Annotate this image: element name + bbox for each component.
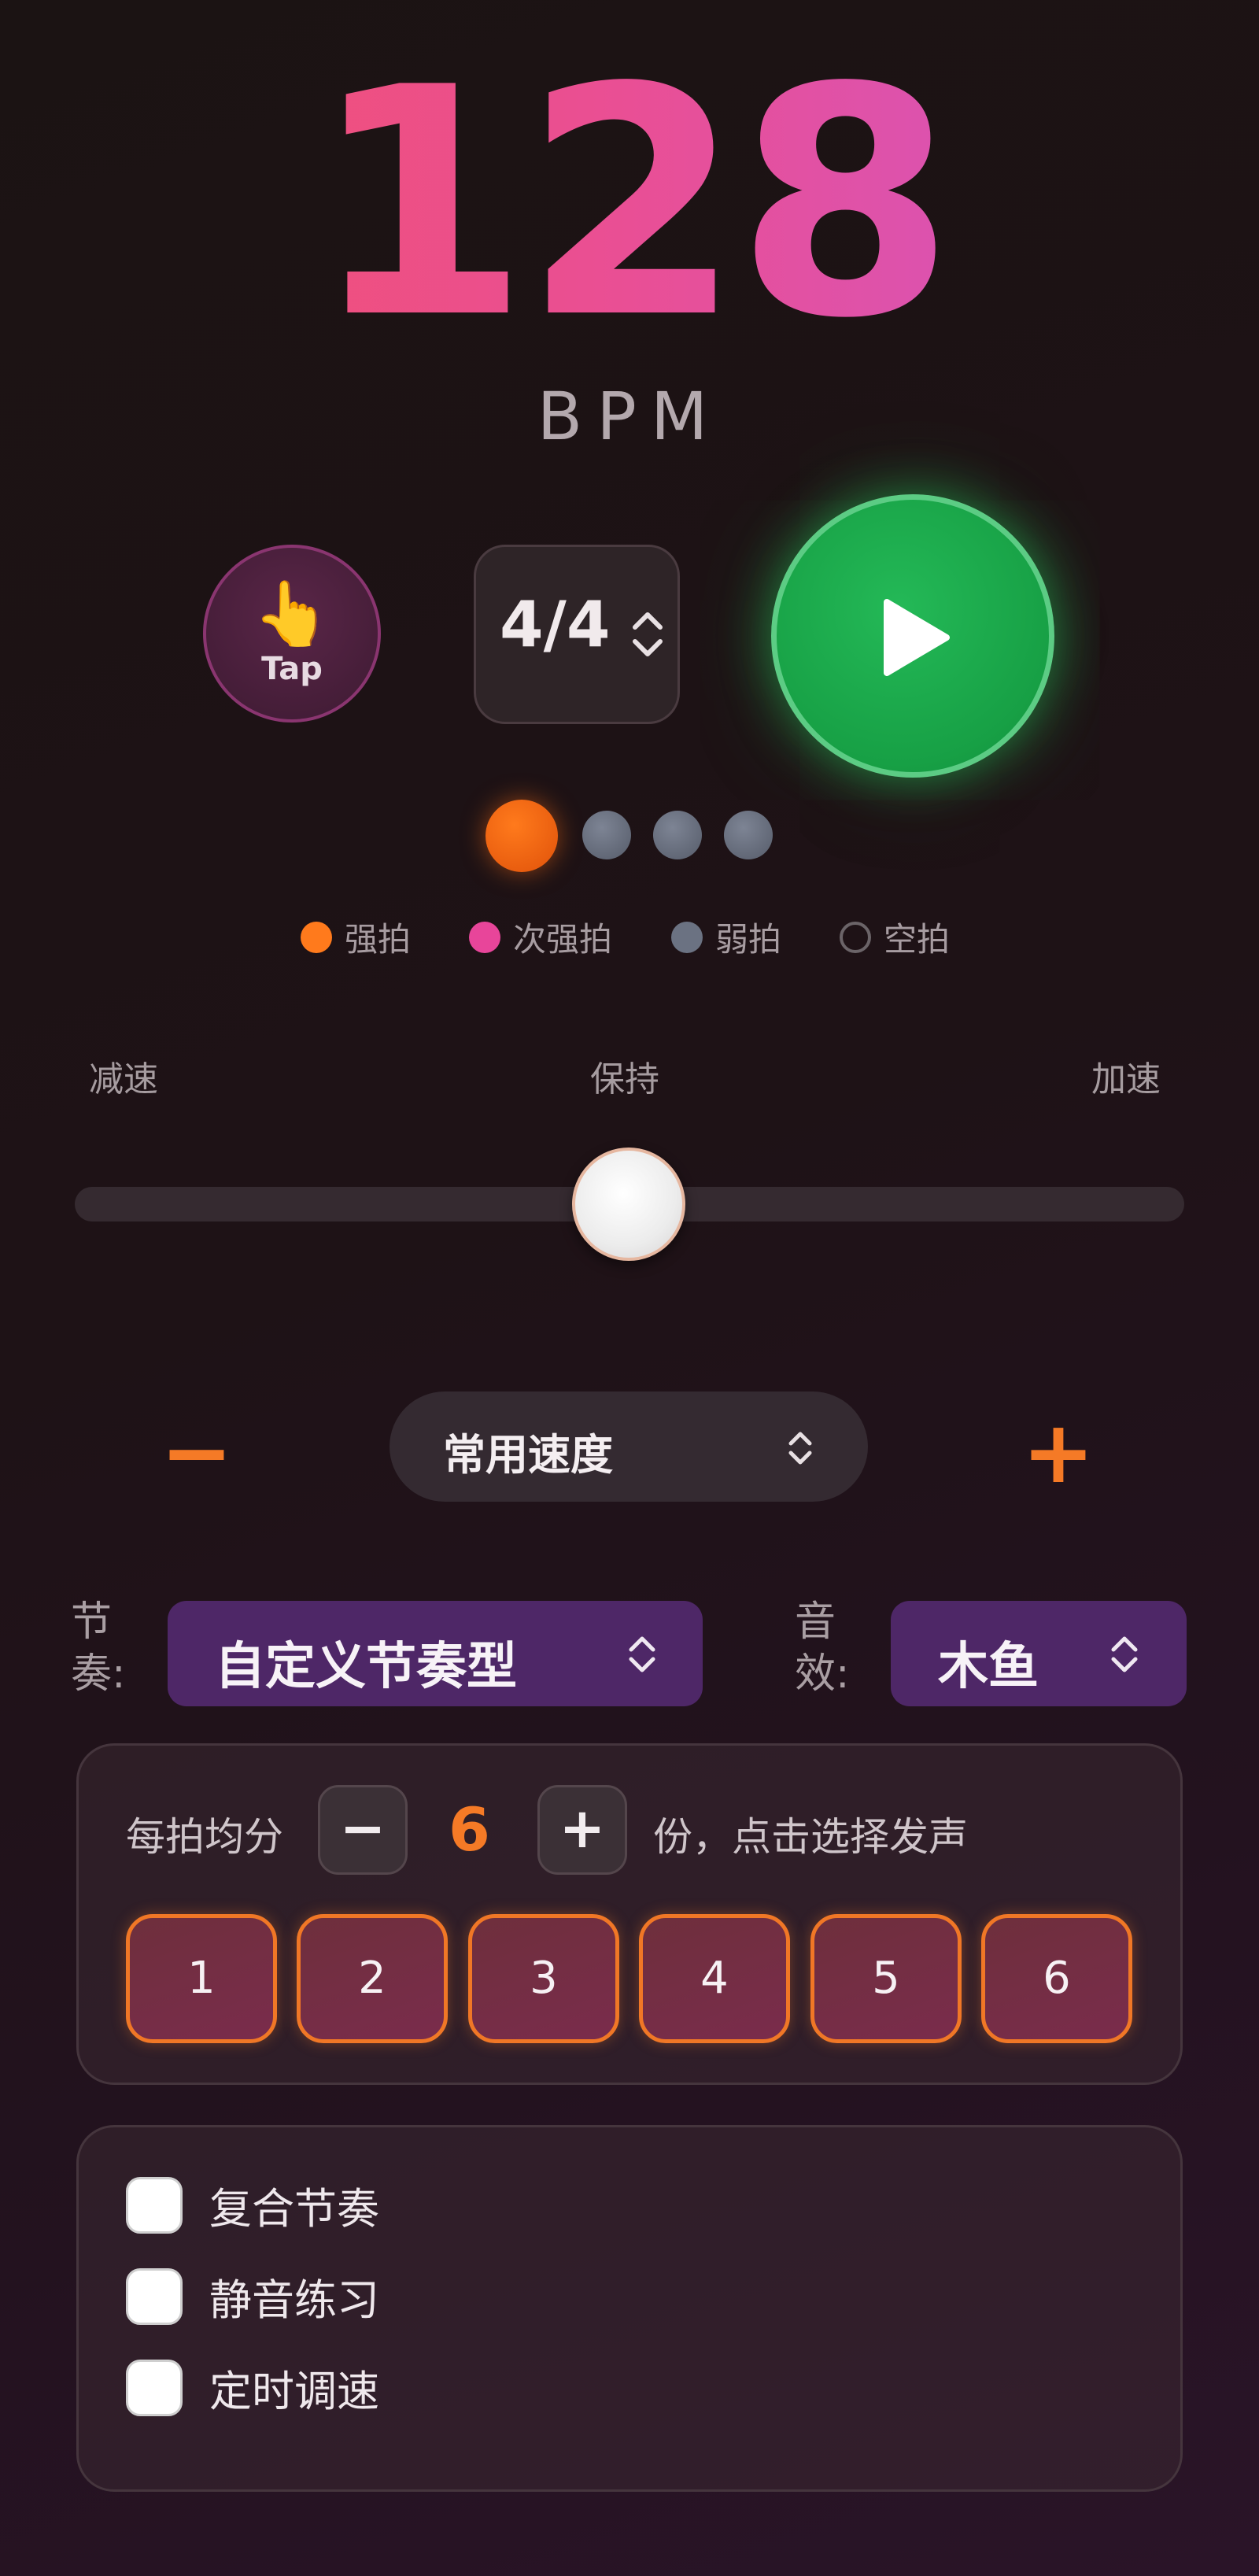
legend-dot-hollow — [840, 921, 871, 953]
legend-label: 强拍 — [345, 920, 412, 959]
legend-label: 弱拍 — [715, 920, 782, 959]
time-signature-select[interactable]: 4/4 — [474, 545, 680, 724]
option-label: 静音练习 — [209, 2275, 379, 2325]
subdivision-count: 6 — [449, 1794, 490, 1865]
legend-rest-beat: 空拍 — [840, 913, 950, 961]
legend-strong-beat: 强拍 — [301, 913, 411, 961]
preset-tempo-label: 常用速度 — [443, 1430, 613, 1480]
option-timed-tempo-change[interactable]: 定时调速 — [126, 2356, 379, 2419]
speed-slider-thumb[interactable] — [572, 1148, 685, 1261]
subdivision-pad-4[interactable]: 4 — [639, 1914, 790, 2043]
beat-dot-accent — [486, 800, 558, 872]
compound-rhythm-checkbox[interactable] — [126, 2176, 183, 2234]
up-down-chevron-icon — [788, 1432, 812, 1465]
tap-tempo-button[interactable]: 👆 Tap — [203, 545, 381, 723]
pointing-hand-icon: 👆 — [253, 577, 331, 650]
subdivision-pad-5[interactable]: 5 — [810, 1914, 962, 2043]
legend-weak-beat: 弱拍 — [671, 913, 781, 961]
tap-label: Tap — [261, 651, 323, 687]
subdivision-decrease-button[interactable]: − — [318, 1785, 408, 1875]
subdivision-suffix: 份，点击选择发声 — [653, 1814, 968, 1860]
option-compound-rhythm[interactable]: 复合节奏 — [126, 2174, 379, 2236]
rhythm-pattern-select[interactable]: 自定义节奏型 — [168, 1601, 703, 1706]
subdivision-pad-6[interactable]: 6 — [981, 1914, 1132, 2043]
subdivision-prefix: 每拍均分 — [126, 1814, 283, 1860]
rhythm-label: 节奏: — [71, 1598, 126, 1698]
rhythm-pattern-value: 自定义节奏型 — [215, 1638, 517, 1696]
option-label: 复合节奏 — [209, 2184, 379, 2234]
time-signature-value: 4/4 — [500, 588, 611, 661]
slow-down-label: 减速 — [89, 1059, 158, 1100]
option-label: 定时调速 — [209, 2367, 379, 2416]
legend-label: 次强拍 — [513, 920, 613, 959]
beat-dot — [653, 811, 702, 859]
up-down-chevron-icon — [629, 1636, 655, 1672]
up-down-chevron-icon — [633, 612, 663, 656]
tempo-decrease-button[interactable]: − — [157, 1409, 236, 1495]
tempo-increase-button[interactable]: + — [1019, 1409, 1098, 1495]
beat-dot — [582, 811, 631, 859]
option-mute-practice[interactable]: 静音练习 — [126, 2265, 379, 2327]
subdivision-increase-button[interactable]: + — [537, 1785, 627, 1875]
sound-effect-select[interactable]: 木鱼 — [891, 1601, 1187, 1706]
play-icon — [884, 599, 950, 676]
play-button[interactable] — [771, 494, 1054, 778]
legend-dot — [671, 921, 703, 953]
subdivision-pad-2[interactable]: 2 — [297, 1914, 448, 2043]
legend-dot — [301, 921, 332, 953]
sound-effect-value: 木鱼 — [938, 1638, 1039, 1696]
timed-tempo-change-checkbox[interactable] — [126, 2359, 183, 2416]
mute-practice-checkbox[interactable] — [126, 2267, 183, 2325]
up-down-chevron-icon — [1111, 1636, 1138, 1672]
legend-label: 空拍 — [884, 920, 951, 959]
bpm-value: 128 — [0, 47, 1259, 362]
speed-up-label: 加速 — [1091, 1059, 1161, 1100]
bpm-unit-label: BPM — [537, 378, 722, 455]
legend-dot — [469, 921, 500, 953]
subdivision-pad-3[interactable]: 3 — [468, 1914, 619, 2043]
legend-secondary-beat: 次强拍 — [469, 913, 612, 961]
sound-label: 音效: — [795, 1598, 850, 1698]
preset-tempo-select[interactable]: 常用速度 — [390, 1391, 868, 1502]
hold-label: 保持 — [590, 1059, 659, 1100]
subdivision-pad-1[interactable]: 1 — [126, 1914, 277, 2043]
beat-dot — [724, 811, 773, 859]
